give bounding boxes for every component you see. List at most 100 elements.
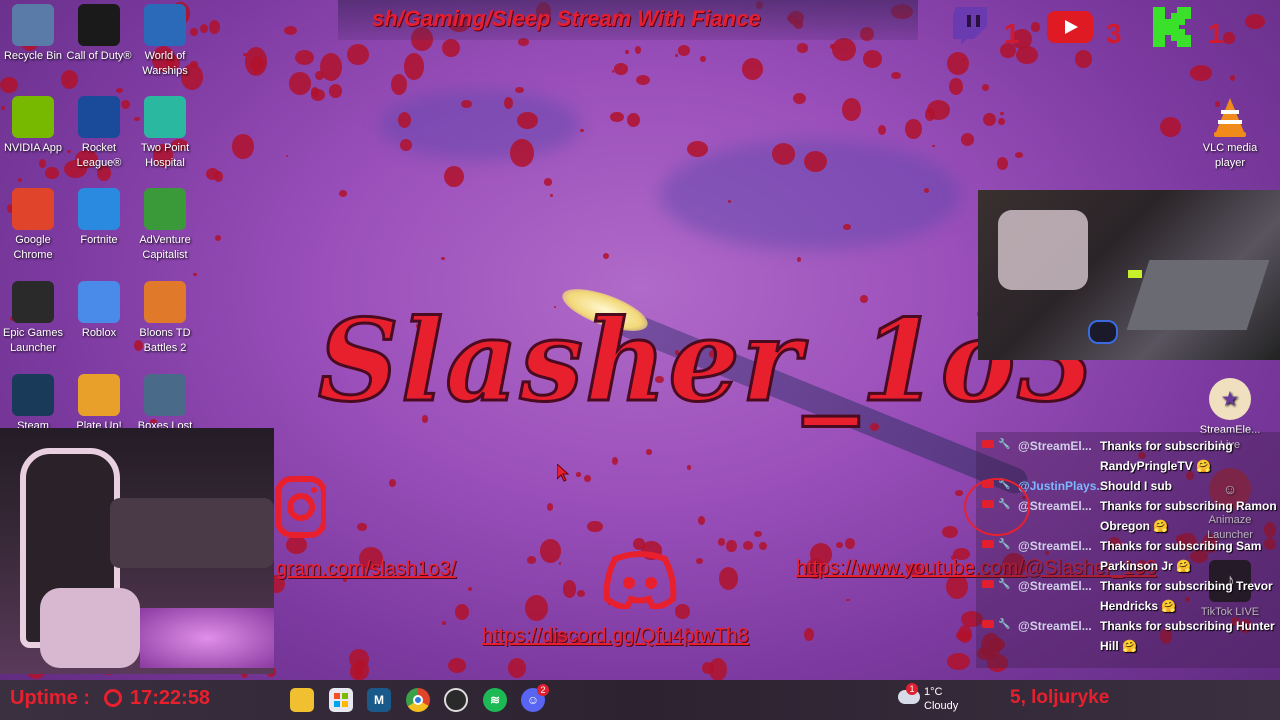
desktop-icon-chrome[interactable]: Google Chrome (0, 188, 66, 263)
adventure-capitalist-icon (144, 188, 186, 230)
desktop-icon-boxes-lost[interactable]: Boxes Lost (132, 374, 198, 434)
desktop-icon-recycle-bin[interactable]: Recycle Bin (0, 4, 66, 64)
blood-drop (700, 56, 706, 63)
desktop-icon-fortnite[interactable]: Fortnite (66, 188, 132, 248)
desktop-icon-call-of-duty[interactable]: Call of Duty® (66, 4, 132, 64)
desktop-icon-nvidia[interactable]: NVIDIA App (0, 96, 66, 156)
chat-text: Thanks for subscribing Trevor Hendricks … (1100, 579, 1273, 613)
instagram-link[interactable]: gram.com/slash1o3/ (276, 558, 456, 581)
blood-drop (310, 88, 326, 101)
recycle-bin-icon (12, 4, 54, 46)
blood-drop (955, 490, 963, 496)
instagram-icon (274, 474, 326, 540)
desktop-icon-rocket-league[interactable]: Rocket League® (66, 96, 132, 171)
blood-drop (701, 662, 715, 674)
blood-drop (319, 52, 342, 82)
pillow-shape (40, 588, 140, 668)
desktop-icon-label: AdVenture Capitalist (139, 234, 191, 261)
youtube-sub-highlight (964, 478, 1030, 536)
chat-message: 🔧 @StreamEl... Thanks for subscribing Rand… (982, 436, 1280, 476)
streamlabs-icon[interactable]: M (367, 688, 391, 712)
blood-drop (467, 586, 473, 591)
blood-drop (45, 166, 59, 179)
blood-drop (677, 45, 691, 57)
desktop-icon-roblox[interactable]: Roblox (66, 281, 132, 341)
blood-drop (697, 516, 705, 525)
blood-drop (742, 57, 764, 80)
desktop-icon-label: Bloons TD Battles 2 (139, 327, 191, 354)
vlc-icon (1209, 96, 1251, 138)
desktop-icon-plateup[interactable]: Plate Up! (66, 374, 132, 434)
blood-drop (507, 658, 526, 679)
blood-drop (932, 144, 936, 148)
blood-drop (349, 648, 370, 670)
call-of-duty-icon (78, 4, 120, 46)
blood-drop (626, 112, 640, 127)
blood-drop (199, 23, 209, 34)
desktop-icon-two-point-hospital[interactable]: Two Point Hospital (132, 96, 198, 171)
chat-text: Thanks for subscribing RandyPringleTV 🤗 (1100, 439, 1233, 473)
desktop-icon-label: Roblox (81, 327, 117, 339)
file-explorer-icon[interactable] (290, 688, 314, 712)
desktop-icon-world-of-warships[interactable]: World of Warships (132, 4, 198, 79)
blood-drop (576, 590, 585, 597)
blood-drop (1189, 65, 1213, 82)
blood-drop (611, 456, 619, 466)
chat-username: @StreamEl... (1018, 579, 1092, 593)
blood-drop (440, 256, 445, 260)
boxes-lost-icon (144, 374, 186, 416)
desktop-icon-adventure-capitalist[interactable]: AdVenture Capitalist (132, 188, 198, 263)
desktop-icon-label: Epic Games Launcher (3, 327, 63, 354)
desktop-icon-label: NVIDIA App (3, 142, 63, 154)
discord-link[interactable]: https://discord.gg/Qfu4ptwTh8 (482, 625, 749, 648)
blood-drop (586, 520, 603, 533)
lighter-shape (1128, 270, 1142, 278)
blood-drop (804, 627, 815, 641)
blood-drop (18, 178, 22, 183)
bloons-icon (144, 281, 186, 323)
spotify-icon[interactable]: ≋ (483, 688, 507, 712)
blood-drop (550, 193, 554, 198)
youtube-badge-icon (982, 540, 994, 548)
blood-drop (1244, 14, 1265, 30)
chat-message: 🔧 @StreamEl... Thanks for subscribing Trev… (982, 576, 1280, 616)
blood-drop (610, 111, 624, 123)
chat-username: @StreamEl... (1018, 439, 1092, 453)
uptime-label: Uptime : (10, 687, 90, 709)
blood-drop (347, 44, 370, 65)
desktop-icon-epic-games[interactable]: Epic Games Launcher (0, 281, 66, 356)
desktop-icon-vlc[interactable]: VLC media player (1197, 96, 1263, 171)
steam-icon (12, 374, 54, 416)
world-of-warships-icon (144, 4, 186, 46)
blood-drop (214, 235, 221, 241)
blood-drop (845, 598, 851, 602)
blood-drop (905, 118, 922, 139)
background-cloud (380, 90, 580, 160)
stream-title: sh/Gaming/Sleep Stream With Fiance (372, 6, 761, 31)
blood-drop (877, 125, 886, 136)
background-cloud (660, 140, 960, 250)
microsoft-store-icon[interactable] (329, 688, 353, 712)
kick-icon (1150, 4, 1196, 50)
desktop-icon-steam[interactable]: Steam (0, 374, 66, 434)
twitch-icon (950, 6, 990, 46)
desktop-icon-label: World of Warships (142, 50, 188, 77)
weather-desc: Cloudy (924, 700, 959, 712)
obs-icon[interactable] (444, 688, 468, 712)
blood-drop (842, 97, 861, 121)
chrome-taskbar-icon[interactable] (406, 688, 430, 712)
blood-drop (546, 503, 554, 512)
weather-widget[interactable]: 1°C Cloudy (924, 685, 958, 713)
desktop-icon-label: Fortnite (80, 234, 118, 246)
blood-drop (625, 49, 629, 54)
fortnite-icon (78, 188, 120, 230)
chat-message: 🔧 @StreamEl... Thanks for subscribing Sam … (982, 536, 1280, 576)
roblox-icon (78, 281, 120, 323)
desktop-icon-bloons[interactable]: Bloons TD Battles 2 (132, 281, 198, 356)
chat-text: Should I sub (1100, 479, 1172, 493)
blood-drop (862, 50, 883, 68)
moderator-badge-icon: 🔧 (998, 439, 1011, 450)
chat-text: Thanks for subscribing Sam Parkinson Jr … (1100, 539, 1262, 573)
blood-drop (315, 71, 324, 81)
blood-drop (725, 539, 737, 553)
